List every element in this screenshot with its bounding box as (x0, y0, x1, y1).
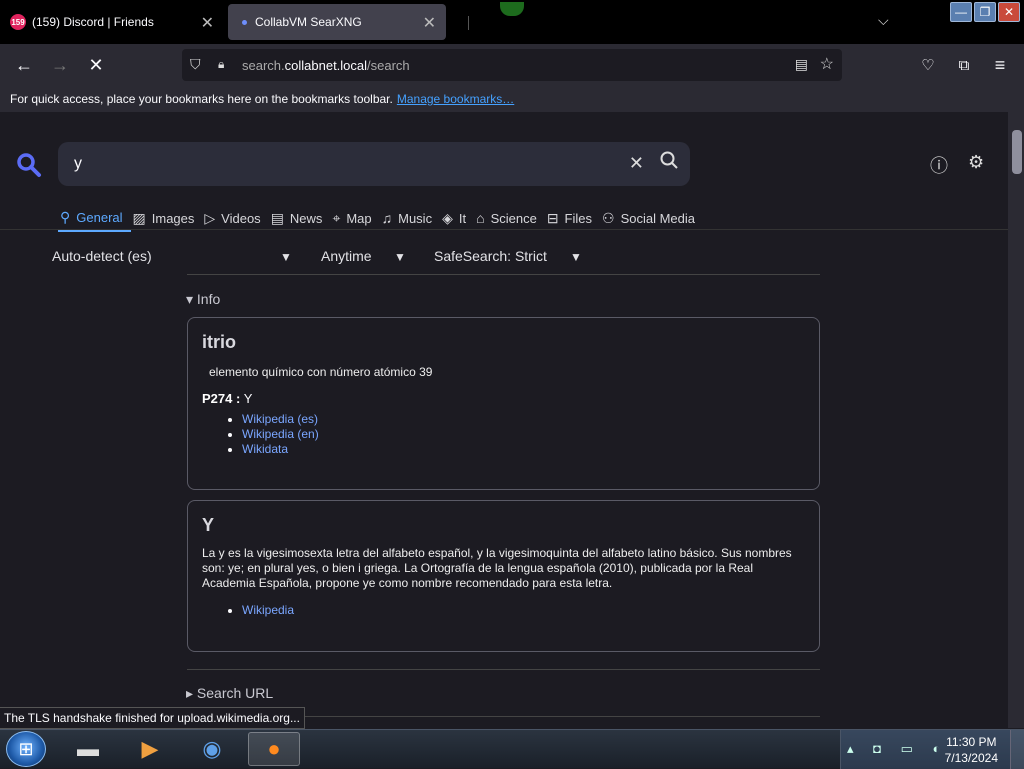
link-wikidata[interactable]: Wikidata (242, 442, 288, 456)
scrollbar[interactable] (1008, 112, 1024, 728)
forward-icon[interactable]: → (48, 54, 72, 76)
start-button-windows-icon[interactable]: ⊞ (6, 731, 46, 767)
divider (187, 669, 820, 670)
infobox-title: itrio (202, 332, 236, 352)
layers-icon: ◈ (442, 209, 453, 226)
tab-social-media[interactable]: ⚇ Social Media (600, 204, 703, 232)
tab-general[interactable]: ⚲ General (58, 204, 131, 232)
pocket-icon[interactable]: ♡ (916, 54, 940, 76)
tab-discord[interactable]: 159 (159) Discord | Friends ✕ (2, 4, 224, 40)
infobox-links: Wikipedia (202, 603, 805, 618)
people-icon: ⚇ (602, 209, 615, 226)
url-text[interactable]: search.collabnet.local/search (242, 58, 410, 73)
tab-files[interactable]: ⊟ Files (545, 204, 600, 232)
reader-view-icon[interactable]: ▤ (795, 56, 808, 73)
time-range-select[interactable]: Anytime ▼ (321, 248, 406, 264)
tab-searxng[interactable]: CollabVM SearXNG ✕ (228, 4, 446, 40)
language-select[interactable]: Auto-detect (es) ▼ (52, 248, 292, 264)
music-icon: ♫ (381, 210, 393, 226)
infobox-y: Y La y es la vigesimosexta letra del alf… (187, 500, 820, 652)
stop-loading-icon[interactable]: ✕ (84, 54, 108, 76)
info-section-toggle[interactable]: ▾ Info (186, 291, 220, 308)
newspaper-icon: ▤ (270, 209, 284, 226)
system-tray: ▴ ◘ ▭ ◐ 11:30 PM 7/13/2024 (840, 730, 1024, 769)
tab-strip: 159 (159) Discord | Friends ✕ CollabVM S… (0, 0, 1024, 44)
search-box: ✕ (58, 142, 690, 186)
files-icon: ⊟ (546, 209, 559, 226)
image-icon: ▨ (132, 209, 146, 226)
firefox-app-icon[interactable]: ● (248, 732, 300, 766)
play-icon: ▷ (204, 209, 216, 226)
infobox-property: P274 : Y (202, 391, 253, 406)
tab-separator (468, 16, 469, 30)
infobox-links: Wikipedia (es) Wikipedia (en) Wikidata (202, 412, 805, 457)
extensions-icon[interactable]: ⧉ (952, 54, 976, 76)
tracking-protection-icon[interactable]: ⛉ (190, 56, 201, 73)
graduation-icon: ⌂ (476, 210, 485, 226)
url-bar[interactable]: ⛉ 🔒︎ search.collabnet.local/search ▤ ☆ (182, 49, 842, 81)
tab-videos[interactable]: ▷ Videos (202, 204, 268, 232)
restore-button[interactable]: ❐ (974, 2, 996, 22)
infobox-text: La y es la vigesimosexta letra del alfab… (202, 546, 792, 590)
searxng-logo-icon[interactable] (16, 152, 42, 185)
search-input[interactable] (72, 154, 572, 174)
page-content: ✕ ⓘ ⚙ ⚲General ▨Images ▷Videos ▤News ⌖Ma… (0, 112, 1024, 728)
search-submit-icon[interactable] (660, 151, 678, 174)
show-desktop-button[interactable] (1010, 730, 1024, 769)
terminal-app-icon[interactable]: ▬ (62, 732, 114, 766)
settings-gear-icon[interactable]: ⚙ (968, 152, 984, 173)
menu-icon[interactable]: ≡ (988, 54, 1012, 76)
chevron-down-icon: ▼ (280, 250, 292, 264)
tab-it[interactable]: ◈ It (440, 204, 474, 232)
globe-app-icon[interactable]: ◉ (186, 732, 238, 766)
bookmarks-toolbar: For quick access, place your bookmarks h… (0, 86, 1024, 112)
clock[interactable]: 11:30 PM 7/13/2024 (945, 734, 998, 766)
search-icon: ⚲ (60, 208, 71, 225)
infobox-description: elemento químico con número atómico 39 (209, 365, 433, 379)
list-all-tabs-icon[interactable]: ⌵ (878, 12, 889, 29)
decorative-shape (500, 2, 524, 16)
bookmark-star-icon[interactable]: ☆ (820, 54, 834, 74)
tab-images[interactable]: ▨ Images (131, 204, 203, 232)
link-wikipedia-es[interactable]: Wikipedia (es) (242, 412, 318, 426)
lock-icon[interactable]: 🔒︎ (218, 57, 224, 72)
media-player-icon[interactable]: ▶ (124, 732, 176, 766)
manage-bookmarks-link[interactable]: Manage bookmarks… (397, 92, 514, 106)
tray-icons[interactable]: ▴ ◘ ▭ ◐ (847, 741, 948, 757)
close-window-button[interactable]: ✕ (998, 2, 1020, 22)
tab-title: (159) Discord | Friends (32, 15, 154, 29)
tab-music[interactable]: ♫ Music (380, 204, 440, 232)
link-wikipedia-en[interactable]: Wikipedia (en) (242, 427, 319, 441)
tab-science[interactable]: ⌂ Science (474, 204, 545, 232)
clear-search-icon[interactable]: ✕ (629, 153, 644, 174)
discord-favicon-icon: 159 (10, 14, 26, 30)
taskbar: ⊞ ▬ ▶ ◉ ● ▴ ◘ ▭ ◐ 11:30 PM 7/13/2024 (0, 729, 1024, 769)
back-icon[interactable]: ← (12, 54, 36, 76)
window-controls: — ❐ ✕ (950, 2, 1020, 22)
chevron-down-icon: ▼ (394, 250, 406, 264)
close-tab-icon[interactable]: ✕ (201, 13, 214, 33)
minimize-button[interactable]: — (950, 2, 972, 22)
navigation-toolbar: ← → ✕ ⛉ 🔒︎ search.collabnet.local/search… (0, 44, 1024, 86)
chevron-down-icon: ▼ (570, 250, 582, 264)
divider (187, 274, 820, 275)
status-bar: The TLS handshake finished for upload.wi… (0, 707, 305, 729)
category-tabs: ⚲ General ▨ Images ▷ Videos ▤ News ⌖ Map ♫ Mus… (58, 204, 703, 232)
bookmarks-message: For quick access, place your bookmarks h… (10, 92, 393, 106)
safesearch-select[interactable]: SafeSearch: Strict ▼ (434, 248, 582, 264)
loading-dot-icon (242, 19, 247, 25)
close-tab-icon[interactable]: ✕ (423, 13, 436, 33)
link-wikipedia[interactable]: Wikipedia (242, 603, 294, 617)
info-icon[interactable]: ⓘ (930, 152, 948, 178)
infobox-title: Y (202, 515, 215, 535)
divider (0, 229, 1008, 230)
tab-title: CollabVM SearXNG (255, 15, 362, 29)
search-url-toggle[interactable]: ▸ Search URL (186, 685, 273, 702)
scroll-thumb[interactable] (1012, 130, 1022, 174)
tab-news[interactable]: ▤ News (269, 204, 331, 232)
map-pin-icon: ⌖ (332, 209, 341, 226)
tab-map[interactable]: ⌖ Map (330, 204, 379, 232)
infobox-itrio: itrio elemento químico con número atómic… (187, 317, 820, 490)
